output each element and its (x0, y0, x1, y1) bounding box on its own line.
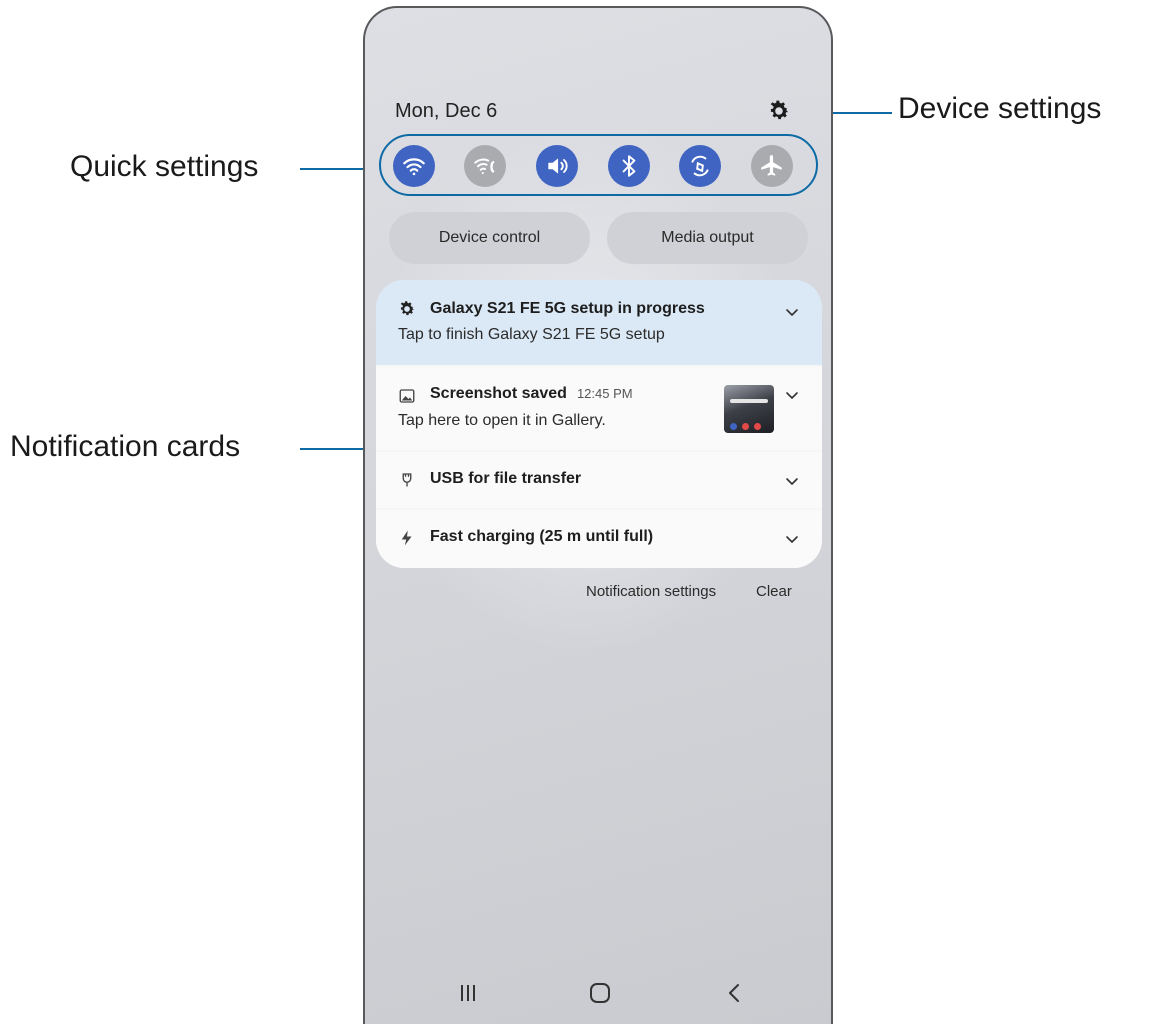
notification-title: USB for file transfer (430, 470, 582, 487)
notification-title: Galaxy S21 FE 5G setup in progress (430, 300, 705, 317)
image-icon (399, 389, 415, 403)
notification-cards-callout: Notification cards (10, 430, 241, 463)
bluetooth-toggle[interactable] (608, 145, 650, 187)
setup-notification[interactable]: Galaxy S21 FE 5G setup in progress Tap t… (376, 280, 822, 365)
wifi-icon (403, 158, 425, 176)
device-control-button[interactable]: Device control (389, 212, 590, 264)
charging-notification[interactable]: Fast charging (25 m until full) (376, 510, 822, 568)
recents-icon[interactable] (453, 978, 483, 1008)
phone-screen: Mon, Dec 6 Device control Media output G… (363, 6, 833, 1024)
auto-rotate-toggle[interactable] (679, 145, 721, 187)
clear-button[interactable]: Clear (756, 583, 792, 600)
quick-settings-callout: Quick settings (70, 150, 259, 183)
screenshot-notification[interactable]: Screenshot saved 12:45 PM Tap here to ope… (376, 367, 822, 450)
notification-settings-link[interactable]: Notification settings (586, 583, 716, 600)
notification-title: Screenshot saved 12:45 PM (430, 385, 633, 403)
notification-title: Fast charging (25 m until full) (430, 528, 654, 545)
notification-text: Tap here to open it in Gallery. (398, 412, 606, 429)
sound-icon (548, 158, 568, 174)
sound-toggle[interactable] (536, 145, 578, 187)
notification-text: Tap to finish Galaxy S21 FE 5G setup (398, 326, 665, 343)
wifi-calling-icon (474, 158, 495, 175)
media-output-button[interactable]: Media output (607, 212, 808, 264)
auto-rotate-icon (691, 155, 709, 177)
home-icon[interactable] (585, 978, 615, 1008)
chevron-down-icon[interactable] (784, 531, 800, 547)
wifi-toggle[interactable] (393, 145, 435, 187)
notification-time: 12:45 PM (576, 386, 633, 401)
back-icon[interactable] (720, 978, 750, 1008)
airplane-toggle[interactable] (751, 145, 793, 187)
usb-notification[interactable]: USB for file transfer (376, 452, 822, 508)
gear-icon[interactable] (767, 99, 791, 123)
notification-list: Galaxy S21 FE 5G setup in progress Tap t… (376, 280, 822, 568)
device-settings-callout: Device settings (898, 92, 1102, 125)
wifi-calling-toggle[interactable] (464, 145, 506, 187)
gear-icon (400, 301, 415, 316)
panel-date: Mon, Dec 6 (395, 100, 498, 122)
chevron-down-icon[interactable] (784, 473, 800, 489)
screenshot-thumbnail[interactable] (724, 385, 774, 433)
bluetooth-icon (622, 155, 636, 177)
chevron-down-icon[interactable] (784, 304, 800, 320)
screenshot-title: Screenshot saved (430, 385, 567, 402)
chevron-down-icon[interactable] (784, 387, 800, 403)
usb-icon (402, 473, 412, 487)
lightning-icon (401, 530, 412, 546)
airplane-icon (761, 155, 782, 176)
